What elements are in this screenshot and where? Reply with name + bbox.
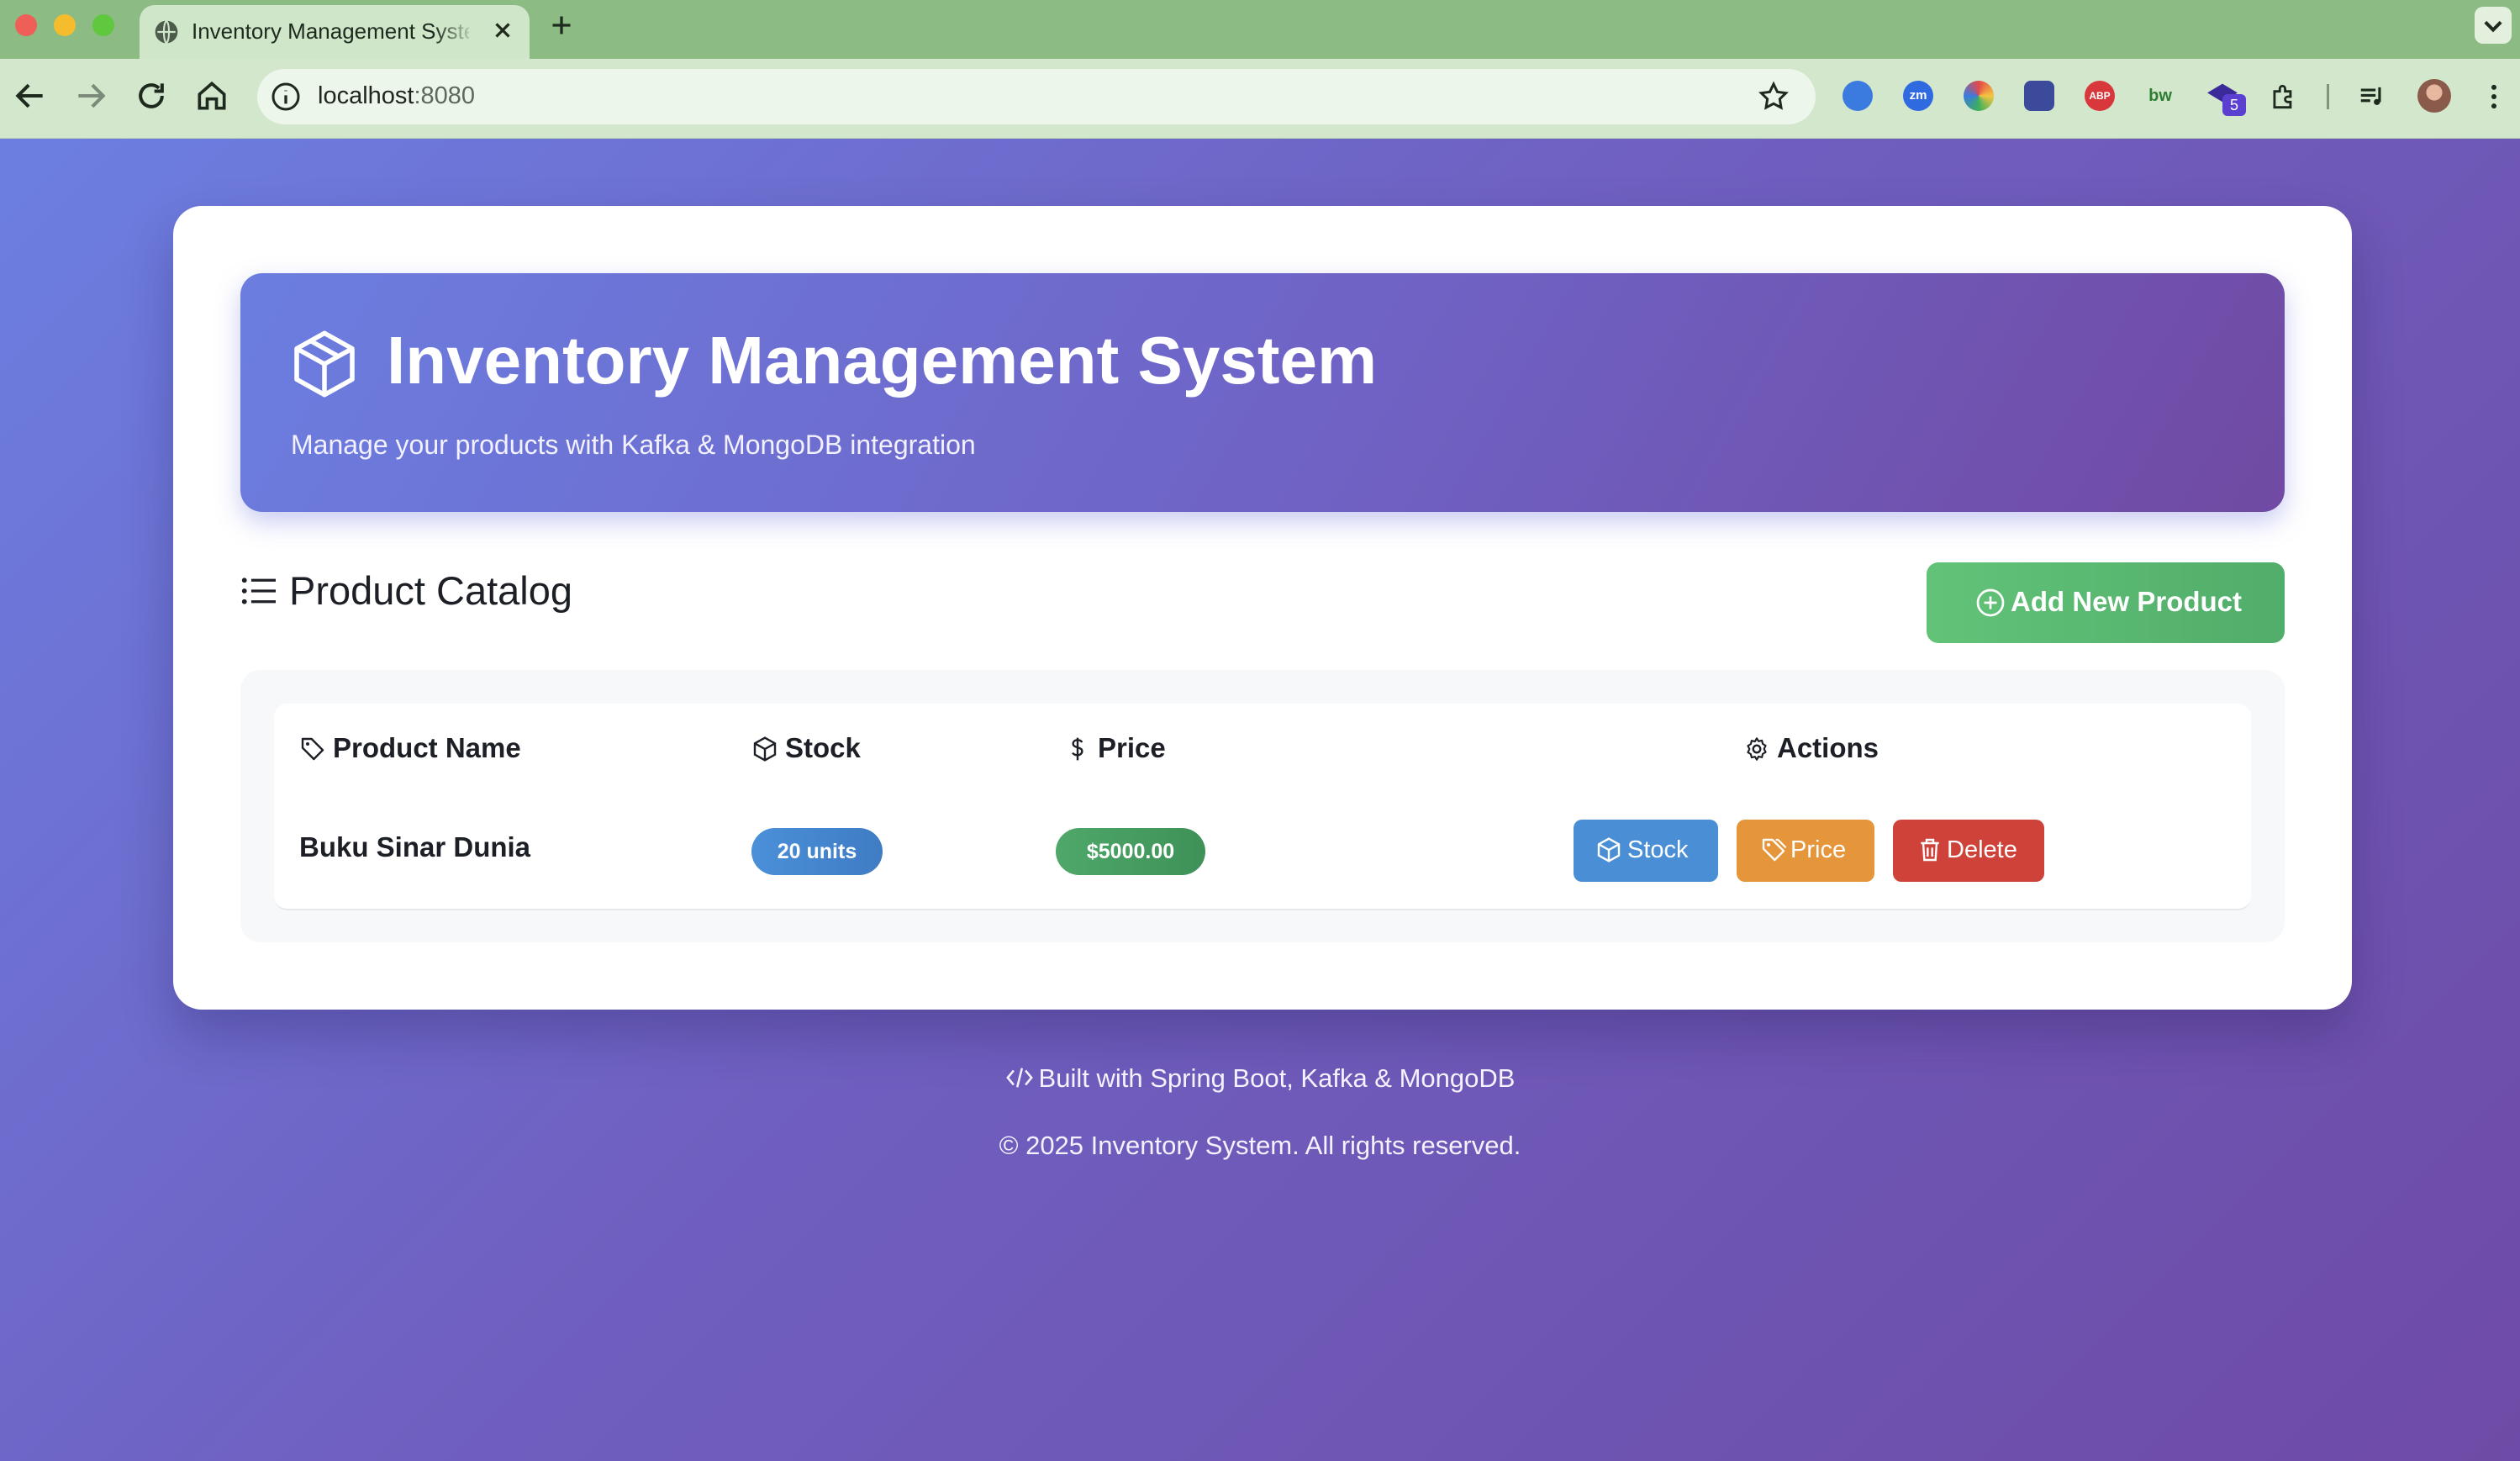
extension-badge: 5	[2222, 94, 2246, 116]
add-new-product-label: Add New Product	[2011, 586, 2243, 617]
mascot-extension-icon[interactable]	[2024, 81, 2054, 111]
address-bar[interactable]: localhost:8080	[257, 69, 1816, 124]
footer-built-with-label: Built with Spring Boot, Kafka & MongoDB	[1038, 1063, 1516, 1093]
window-close-button[interactable]	[15, 14, 37, 36]
browser-toolbar: localhost:8080	[0, 59, 2520, 139]
delete-product-button[interactable]: Delete	[1893, 820, 2044, 882]
footer-built-with: Built with Spring Boot, Kafka & MongoDB	[0, 1063, 2520, 1094]
tag-icon	[301, 737, 324, 761]
page-viewport: Inventory Management System Manage your …	[0, 139, 2520, 1461]
header-banner: Inventory Management System Manage your …	[240, 273, 2285, 512]
update-price-button[interactable]: Price	[1737, 820, 1874, 882]
package-icon	[294, 330, 355, 398]
back-arrow-icon[interactable]	[12, 77, 49, 114]
more-menu-icon[interactable]	[2478, 81, 2510, 113]
bookmark-star-icon[interactable]	[1757, 80, 1790, 113]
url-host: localhost	[318, 82, 414, 109]
box-icon	[1597, 837, 1621, 862]
adblock-plus-icon[interactable]: ABP	[2085, 81, 2115, 111]
page-subtitle: Manage your products with Kafka & MongoD…	[291, 430, 976, 460]
main-card: Inventory Management System Manage your …	[173, 206, 2352, 1010]
window-maximize-button[interactable]	[92, 14, 114, 36]
product-table-container: Product Name Stock Price Actions Buku Si…	[240, 670, 2285, 942]
delete-product-label: Delete	[1947, 836, 2017, 863]
page-title: Inventory Management System	[387, 323, 1378, 398]
zoom-extension-icon[interactable]: zm	[1903, 81, 1933, 111]
chevron-down-icon	[2484, 20, 2502, 33]
update-price-label: Price	[1790, 836, 1847, 863]
plus-circle-icon	[1976, 588, 2005, 617]
tab-title: Inventory Management System	[192, 18, 469, 44]
stock-badge: 20 units	[751, 828, 883, 875]
list-icon	[241, 578, 276, 604]
window-minimize-button[interactable]	[54, 14, 76, 36]
column-header-price-label: Price	[1098, 732, 1166, 763]
dollar-icon	[1072, 737, 1083, 761]
column-header-actions-label: Actions	[1777, 732, 1879, 763]
toolbar-divider	[2327, 84, 2329, 109]
code-icon	[1005, 1068, 1033, 1088]
avatar[interactable]	[2417, 79, 2451, 113]
footer-copyright: © 2025 Inventory System. All rights rese…	[999, 1131, 1521, 1160]
sync-icon[interactable]	[1843, 81, 1873, 111]
browser-tab-strip: Inventory Management System	[0, 0, 2520, 59]
puzzle-extensions-icon[interactable]	[2268, 81, 2300, 113]
home-icon[interactable]	[193, 77, 230, 114]
product-name-cell: Buku Sinar Dunia	[299, 831, 531, 862]
add-new-product-button[interactable]: Add New Product	[1927, 562, 2285, 643]
forward-arrow-icon[interactable]	[72, 77, 109, 114]
url-text: localhost:8080	[318, 82, 475, 110]
gear-icon	[1747, 737, 1767, 761]
catalog-heading-label: Product Catalog	[289, 568, 573, 613]
update-stock-button[interactable]: Stock	[1574, 820, 1718, 882]
bw-extension-icon[interactable]: bw	[2145, 81, 2175, 111]
product-table: Product Name Stock Price Actions Buku Si…	[274, 704, 2251, 910]
price-tags-icon	[1762, 838, 1787, 862]
trash-icon	[1921, 838, 1939, 862]
box-icon	[753, 736, 777, 762]
site-info-icon[interactable]	[269, 80, 303, 113]
browser-tab-active[interactable]: Inventory Management System	[140, 5, 530, 59]
tab-search-button[interactable]	[2475, 7, 2512, 44]
update-stock-label: Stock	[1627, 836, 1689, 863]
chrome-color-extension-icon[interactable]	[1964, 81, 1994, 111]
reload-icon[interactable]	[133, 77, 170, 114]
url-port: :8080	[414, 82, 476, 109]
new-tab-icon[interactable]	[546, 10, 577, 40]
globe-icon	[155, 19, 178, 45]
media-queue-icon[interactable]	[2357, 81, 2389, 113]
column-header-product-name-label: Product Name	[333, 732, 521, 763]
tab-title-fade	[434, 13, 476, 47]
price-badge: $5000.00	[1056, 828, 1205, 875]
close-tab-icon[interactable]	[488, 15, 518, 45]
column-header-stock-label: Stock	[785, 732, 861, 763]
